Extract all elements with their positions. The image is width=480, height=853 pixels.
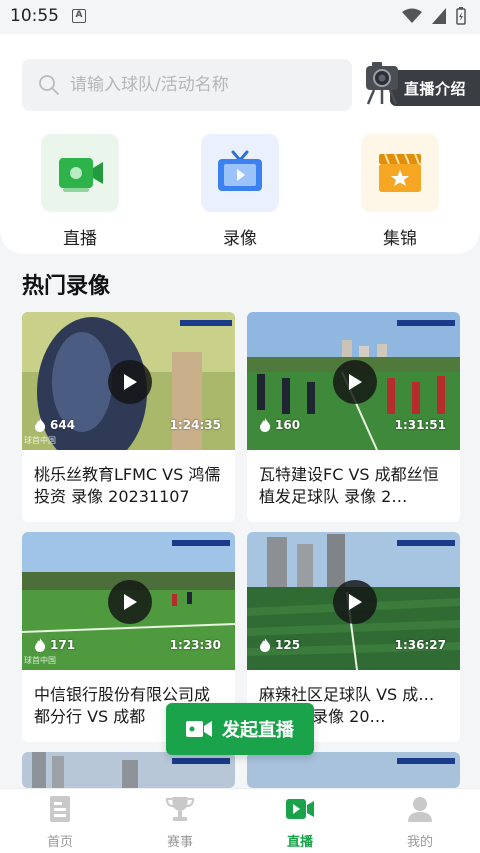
view-count-value: 125 (275, 638, 301, 652)
view-count: 171 (34, 638, 75, 652)
search-input[interactable] (70, 75, 320, 95)
play-button[interactable] (333, 580, 377, 624)
flame-icon (35, 638, 46, 652)
video-duration: 1:24:35 (169, 418, 221, 432)
signal-icon (432, 8, 446, 24)
live-intro-button[interactable]: 直播介绍 (360, 56, 480, 112)
thumbnail-image (247, 752, 460, 788)
category-row: 直播 录像 集锦 (0, 134, 480, 254)
category-highlights[interactable]: 集锦 (360, 134, 440, 249)
video-thumbnail: 125 1:36:27 (247, 532, 460, 670)
section-title: 热门录像 (22, 274, 111, 299)
video-duration: 1:31:51 (394, 418, 446, 432)
play-button[interactable] (108, 360, 152, 404)
play-icon (124, 374, 137, 390)
play-button[interactable] (108, 580, 152, 624)
flame-icon (35, 418, 46, 432)
video-thumbnail: 160 1:31:51 (247, 312, 460, 450)
tab-home[interactable]: 首页 (20, 795, 100, 850)
status-bar: 10:55 A (0, 0, 480, 34)
video-title: 瓦特建设FC VS 成都丝恒植发足球队 录像 2… (259, 465, 439, 506)
tab-events-label: 赛事 (166, 835, 193, 850)
flame-icon (260, 638, 271, 652)
view-count: 644 (34, 418, 75, 432)
tab-live-label: 直播 (286, 835, 313, 850)
play-icon (349, 594, 362, 610)
notification-a-icon: A (72, 9, 86, 23)
tab-home-label: 首页 (46, 835, 73, 850)
search-box[interactable] (22, 59, 352, 111)
wifi-icon (402, 8, 422, 23)
bottom-tab-bar: 首页 赛事 直播 我的 (0, 788, 480, 853)
view-count: 125 (259, 638, 300, 652)
top-card: 直播介绍 直播 (0, 34, 480, 254)
clapperboard-icon (379, 153, 421, 192)
status-right (402, 7, 466, 25)
view-count-value: 160 (275, 418, 301, 432)
flame-icon (260, 418, 271, 432)
live-intro-banner: 直播介绍 (390, 70, 480, 106)
video-duration: 1:23:30 (169, 638, 221, 652)
profile-icon (408, 797, 432, 822)
start-live-label: 发起直播 (222, 720, 294, 741)
video-thumbnail: 644 1:24:35 球首中国 (22, 312, 235, 450)
status-time: 10:55 (10, 6, 59, 26)
view-count: 160 (259, 418, 300, 432)
camera-icon (366, 62, 398, 105)
tv-icon (218, 150, 262, 191)
tab-live[interactable]: 直播 (260, 795, 340, 850)
play-button[interactable] (333, 360, 377, 404)
trophy-icon (165, 797, 195, 821)
play-icon (124, 594, 137, 610)
category-live-label: 直播 (63, 229, 97, 249)
view-count-value: 171 (50, 638, 76, 652)
video-title: 桃乐丝教育LFMC VS 鸿儒投资 录像 20231107 (34, 465, 221, 506)
category-live[interactable]: 直播 (40, 134, 120, 249)
category-replay-label: 录像 (223, 229, 257, 249)
tab-profile[interactable]: 我的 (380, 795, 460, 850)
video-camera-icon (186, 721, 212, 737)
video-card[interactable]: 160 1:31:51 瓦特建设FC VS 成都丝恒植发足球队 录像 2… (247, 312, 460, 522)
thumbnail-image (22, 752, 235, 788)
tab-events[interactable]: 赛事 (140, 795, 220, 850)
watermark: 球首中国 (24, 656, 56, 665)
video-card[interactable] (22, 752, 235, 788)
search-icon (39, 75, 59, 95)
video-camera-icon (59, 158, 103, 192)
category-live-tile (41, 134, 119, 212)
category-replay[interactable]: 录像 (200, 134, 280, 249)
home-icon (50, 796, 70, 822)
category-replay-tile (201, 134, 279, 212)
category-highlights-tile (361, 134, 439, 212)
video-card[interactable] (247, 752, 460, 788)
live-icon (286, 799, 314, 819)
tab-profile-label: 我的 (406, 835, 433, 850)
view-count-value: 644 (50, 418, 76, 432)
start-live-button[interactable]: 发起直播 (166, 703, 314, 755)
play-icon (349, 374, 362, 390)
video-card[interactable]: 644 1:24:35 球首中国 桃乐丝教育LFMC VS 鸿儒投资 录像 20… (22, 312, 235, 522)
video-thumbnail: 171 1:23:30 球首中国 (22, 532, 235, 670)
video-duration: 1:36:27 (394, 638, 446, 652)
watermark: 球首中国 (24, 436, 56, 445)
battery-icon (456, 7, 466, 25)
category-highlights-label: 集锦 (383, 229, 417, 249)
live-intro-label: 直播介绍 (403, 79, 466, 98)
